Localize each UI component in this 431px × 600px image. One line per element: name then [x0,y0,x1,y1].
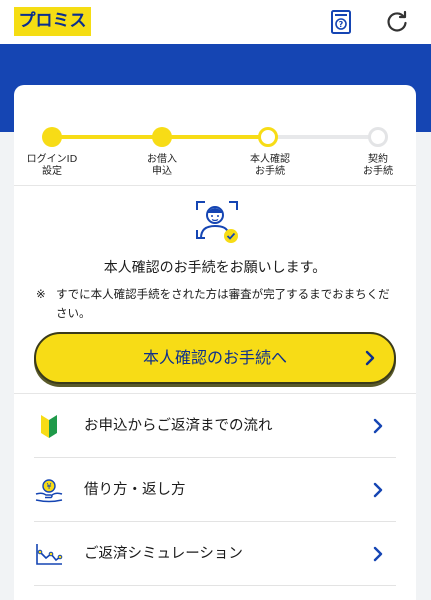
menu-divider [34,585,396,586]
person-verified-icon [196,201,238,243]
chevron-right-icon [365,350,375,366]
app-header: プロミス ? [0,0,431,44]
help-document-icon[interactable]: ? [328,9,354,35]
identity-verification-button[interactable]: 本人確認のお手続へ [34,332,396,384]
progress-track-remaining [266,135,378,139]
menu-item-borrow-repay[interactable]: ¥ 借り方・返し方 [34,459,396,521]
yen-hand-icon: ¥ [35,479,63,503]
identity-verification-button-label: 本人確認のお手続へ [142,348,287,367]
beginner-mark-icon [41,415,57,438]
note-text: すでに本人確認手続をされた方は審査が完了するまでおまちください。 [56,287,390,320]
step-dot-login-id [42,127,62,147]
progress-stepper: ログインID 設定 お借入 申込 本人確認 お手続 契約 お手続 [14,85,416,185]
menu-item-flow[interactable]: お申込からご返済までの流れ [34,395,396,457]
refresh-icon[interactable] [384,9,410,35]
chevron-right-icon [373,482,383,498]
step-label-login-id: ログインID 設定 [26,154,78,177]
step-dot-contract [368,127,388,147]
verification-message: 本人確認のお手続をお願いします。 [103,260,327,276]
step-label-identity: 本人確認 お手続 [250,154,290,177]
chevron-right-icon [373,546,383,562]
menu-item-label: ご返済シミュレーション [84,546,243,562]
cta-divider [14,393,416,394]
application-card: ログインID 設定 お借入 申込 本人確認 お手続 契約 お手続 本人確認のお手… [14,85,416,600]
step-label-application: お借入 申込 [147,154,177,177]
line-chart-icon [36,544,63,565]
step-label-contract: 契約 お手続 [363,154,393,177]
menu-item-label: お申込からご返済までの流れ [84,418,273,434]
step-dot-identity [258,127,278,147]
brand-logo[interactable]: プロミス [14,7,91,36]
svg-text:?: ? [339,20,344,29]
step-dot-application [152,127,172,147]
progress-divider [14,185,416,186]
menu-divider [34,457,396,458]
note-mark: ※ [36,287,46,301]
svg-text:¥: ¥ [46,482,51,491]
menu-item-simulation[interactable]: ご返済シミュレーション [34,523,396,585]
menu-item-label: 借り方・返し方 [84,482,186,498]
chevron-right-icon [373,418,383,434]
menu-divider [34,521,396,522]
